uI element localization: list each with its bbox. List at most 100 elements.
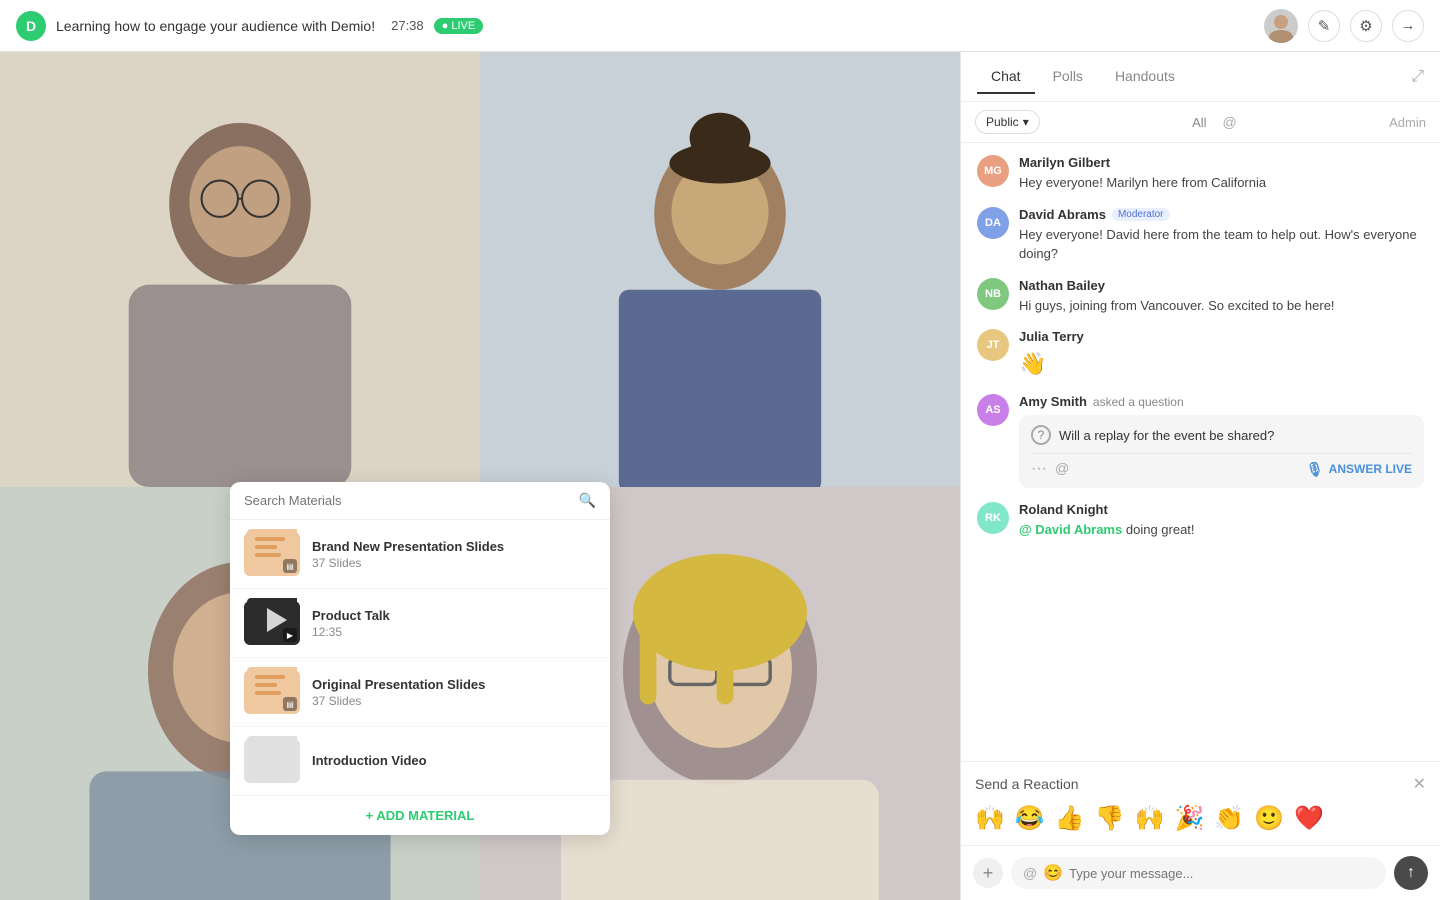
settings-icon[interactable]: ⚙ [1350,10,1382,42]
material-thumb-4 [244,739,300,783]
top-bar-left: D Learning how to engage your audience w… [16,11,483,41]
question-actions: ··· @ 🎙 ANSWER LIVE [1031,453,1412,478]
tab-polls[interactable]: Polls [1039,60,1097,94]
material-info-4: Introduction Video [312,753,596,770]
avatar-david: DA [977,207,1009,239]
edit-icon[interactable]: ✎ [1308,10,1340,42]
chat-message-input[interactable] [1069,866,1374,881]
materials-search-input[interactable] [244,493,571,508]
live-badge: ● LIVE [434,18,484,34]
avatar-marilyn: MG [977,155,1009,187]
reaction-emoji-1[interactable]: 🙌 [975,804,1005,833]
reaction-emoji-2[interactable]: 😂 [1015,804,1045,833]
public-filter-button[interactable]: Public ▾ [975,110,1040,134]
panel-filter-bar: Public ▾ All @ Admin [961,102,1440,143]
reaction-emojis: 🙌 😂 👍 👎 🙌 🎉 👏 🙂 ❤️ [975,804,1426,833]
top-bar-right: ✎ ⚙ → [1264,9,1424,43]
session-title: Learning how to engage your audience wit… [56,18,375,34]
material-name-2: Product Talk [312,608,596,623]
chat-text-3: Hi guys, joining from Vancouver. So exci… [1019,296,1424,316]
material-info-2: Product Talk 12:35 [312,608,596,639]
reaction-emoji-7[interactable]: 👏 [1214,804,1244,833]
question-icon: ? [1031,425,1051,445]
material-thumb-1: ▤ [244,532,300,576]
answer-live-button[interactable]: 🎙 ANSWER LIVE [1306,461,1412,478]
add-material-button[interactable]: + ADD MATERIAL [230,796,610,835]
chat-content-2: David Abrams Moderator Hey everyone! Dav… [1019,207,1424,264]
demio-logo: D [16,11,46,41]
material-sub-1: 37 Slides [312,556,596,570]
host-avatar[interactable] [1264,9,1298,43]
chat-name-5: Amy Smith [1019,394,1087,409]
session-timer: 27:38 [391,18,424,33]
material-thumb-2: ▶ [244,601,300,645]
chat-text-4: 👋 [1019,347,1424,380]
send-reaction-area: Send a Reaction ✕ 🙌 😂 👍 👎 🙌 🎉 👏 🙂 ❤️ [961,761,1440,845]
top-bar: D Learning how to engage your audience w… [0,0,1440,52]
main-layout: 🔍 ▤ Brand New Presentation Slides 37 Sli… [0,52,1440,900]
reaction-header: Send a Reaction ✕ [975,774,1426,794]
avatar-nathan: NB [977,278,1009,310]
tab-chat[interactable]: Chat [977,60,1035,94]
chat-messages-container: MG Marilyn Gilbert Hey everyone! Marilyn… [961,143,1440,761]
material-item-2[interactable]: ▶ Product Talk 12:35 [230,589,610,658]
material-item-1[interactable]: ▤ Brand New Presentation Slides 37 Slide… [230,520,610,589]
question-at-icon[interactable]: @ [1055,460,1069,478]
avatar-amy: AS [977,394,1009,426]
material-info-1: Brand New Presentation Slides 37 Slides [312,539,596,570]
chat-message-1: MG Marilyn Gilbert Hey everyone! Marilyn… [977,155,1424,193]
chat-name-1: Marilyn Gilbert [1019,155,1110,170]
avatar-roland: RK [977,502,1009,534]
panel-tabs: Chat Polls Handouts ⤢ [961,52,1440,102]
exit-icon[interactable]: → [1392,10,1424,42]
chat-send-button[interactable]: ↑ [1394,856,1428,890]
reaction-close-button[interactable]: ✕ [1413,774,1426,794]
material-item-4[interactable]: Introduction Video [230,727,610,796]
chat-text-1: Hey everyone! Marilyn here from Californ… [1019,173,1424,193]
chat-input-container: @ 😊 [1011,857,1386,889]
chat-content-3: Nathan Bailey Hi guys, joining from Vanc… [1019,278,1424,316]
reaction-emoji-5[interactable]: 🙌 [1135,804,1165,833]
chat-name-3: Nathan Bailey [1019,278,1105,293]
material-name-4: Introduction Video [312,753,596,768]
reaction-title: Send a Reaction [975,776,1079,792]
chat-message-6: RK Roland Knight @ David Abrams doing gr… [977,502,1424,540]
chat-at-icon[interactable]: @ [1023,865,1037,881]
material-name-1: Brand New Presentation Slides [312,539,596,554]
materials-dropdown: 🔍 ▤ Brand New Presentation Slides 37 Sli… [230,482,610,835]
right-panel: Chat Polls Handouts ⤢ Public ▾ All @ Adm… [960,52,1440,900]
video-cell-1 [0,52,480,487]
panel-expand-icon[interactable]: ⤢ [1411,68,1424,86]
chat-add-button[interactable]: + [973,858,1003,888]
chat-content-1: Marilyn Gilbert Hey everyone! Marilyn he… [1019,155,1424,193]
chat-content-4: Julia Terry 👋 [1019,329,1424,380]
tab-handouts[interactable]: Handouts [1101,60,1189,94]
at-filter-icon: @ [1223,114,1237,130]
reaction-emoji-8[interactable]: 🙂 [1254,804,1284,833]
moderator-badge: Moderator [1112,208,1170,221]
chat-message-2: DA David Abrams Moderator Hey everyone! … [977,207,1424,264]
search-icon: 🔍 [579,492,596,509]
reaction-emoji-3[interactable]: 👍 [1055,804,1085,833]
chat-text-6: @ David Abrams doing great! [1019,520,1424,540]
material-item-3[interactable]: ▤ Original Presentation Slides 37 Slides [230,658,610,727]
reaction-emoji-9[interactable]: ❤️ [1294,804,1324,833]
materials-search-bar: 🔍 [230,482,610,520]
chat-emoji-icon[interactable]: 😊 [1043,863,1063,883]
material-thumb-3: ▤ [244,670,300,714]
reaction-emoji-4[interactable]: 👎 [1095,804,1125,833]
chat-message-4: JT Julia Terry 👋 [977,329,1424,380]
chat-input-area: + @ 😊 ↑ [961,845,1440,900]
question-more-icon[interactable]: ··· [1031,460,1047,478]
video-cell-2 [480,52,960,487]
admin-filter-label[interactable]: Admin [1389,115,1426,130]
chat-content-5: Amy Smith asked a question ? Will a repl… [1019,394,1424,488]
material-name-3: Original Presentation Slides [312,677,596,692]
reaction-emoji-6[interactable]: 🎉 [1174,804,1204,833]
chat-name-6: Roland Knight [1019,502,1108,517]
all-filter-label: All [1192,115,1206,130]
material-sub-3: 37 Slides [312,694,596,708]
chat-name-4: Julia Terry [1019,329,1084,344]
chat-message-3: NB Nathan Bailey Hi guys, joining from V… [977,278,1424,316]
avatar-julia: JT [977,329,1009,361]
